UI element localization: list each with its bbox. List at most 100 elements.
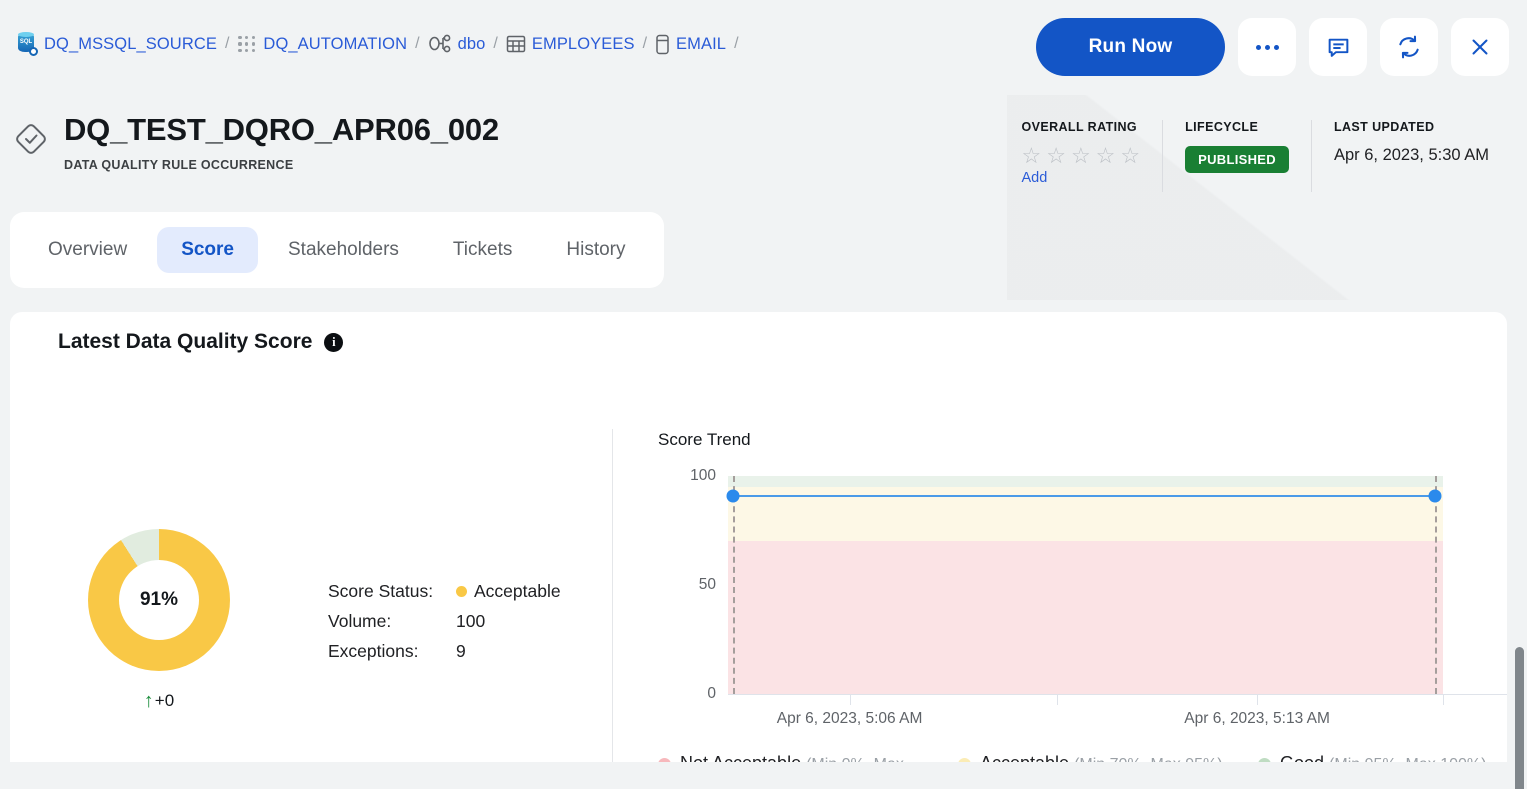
score-trend-chart: Score Trend 0 50 100 Apr 6, 2023, 5:06 AM Ap… bbox=[658, 430, 1507, 727]
y-axis-tick-label: 0 bbox=[707, 685, 716, 702]
meta-panel: OVERALL RATING ☆ ☆ ☆ ☆ ☆ Add LIFECYCLE P… bbox=[999, 120, 1511, 196]
title-block: DQ_TEST_DQRO_APR06_002 DATA QUALITY RULE… bbox=[14, 112, 499, 172]
band-not-acceptable bbox=[728, 541, 1443, 694]
detail-row-volume: Volume: 100 bbox=[328, 606, 561, 636]
last-updated-block: LAST UPDATED Apr 6, 2023, 5:30 AM bbox=[1310, 120, 1511, 192]
legend-item[interactable]: Good (Min 95%, Max 100%) bbox=[1258, 752, 1507, 762]
x-axis-tick-label: Apr 6, 2023, 5:06 AM bbox=[776, 710, 923, 727]
overall-rating-label: OVERALL RATING bbox=[1021, 120, 1138, 134]
x-axis-tick bbox=[1443, 695, 1444, 705]
lifecycle-label: LIFECYCLE bbox=[1185, 120, 1259, 134]
detail-value: Acceptable bbox=[456, 581, 561, 602]
data-point[interactable] bbox=[726, 489, 740, 503]
grid-dots-icon bbox=[237, 34, 257, 54]
x-axis-tick bbox=[1257, 695, 1259, 705]
tab-tickets[interactable]: Tickets bbox=[429, 227, 536, 273]
data-point[interactable] bbox=[1428, 489, 1442, 503]
detail-value-text: 100 bbox=[456, 610, 486, 631]
star-icon[interactable]: ☆ bbox=[1120, 145, 1140, 167]
tab-bar: Overview Score Stakeholders Tickets Hist… bbox=[10, 212, 664, 288]
close-button[interactable] bbox=[1451, 18, 1509, 76]
breadcrumb-label: DQ_AUTOMATION bbox=[263, 34, 408, 53]
detail-label: Score Status: bbox=[328, 580, 434, 601]
breadcrumb-separator: / bbox=[415, 35, 420, 52]
legend-range: (Min 95%, Max 100%) bbox=[1329, 756, 1486, 762]
star-icon[interactable]: ☆ bbox=[1071, 145, 1091, 167]
y-axis-tick-label: 100 bbox=[690, 467, 716, 484]
legend-label: Good (Min 95%, Max 100%) bbox=[1280, 752, 1486, 762]
y-axis-tick-label: 50 bbox=[698, 576, 716, 593]
score-donut-chart: 91% bbox=[88, 529, 230, 671]
legend-label: Acceptable (Min 70%, Max 95%) bbox=[980, 752, 1223, 762]
detail-value-text: Acceptable bbox=[474, 580, 561, 601]
data-point-marker-line bbox=[733, 476, 735, 694]
tab-history[interactable]: History bbox=[542, 227, 649, 273]
detail-row-exceptions: Exceptions: 9 bbox=[328, 636, 561, 666]
table-icon bbox=[506, 34, 526, 54]
arrow-up-icon: ↑ bbox=[143, 690, 154, 712]
rating-stars[interactable]: ☆ ☆ ☆ ☆ ☆ bbox=[1021, 145, 1140, 167]
page-title: DQ_TEST_DQRO_APR06_002 bbox=[64, 112, 499, 147]
breadcrumb-label: DQ_MSSQL_SOURCE bbox=[44, 34, 217, 53]
legend-color-dot bbox=[1258, 758, 1271, 762]
overall-rating-block: OVERALL RATING ☆ ☆ ☆ ☆ ☆ Add bbox=[999, 120, 1162, 192]
breadcrumb-separator: / bbox=[642, 35, 648, 52]
breadcrumb-label: dbo bbox=[457, 34, 486, 53]
comment-button[interactable] bbox=[1309, 18, 1367, 76]
breadcrumb-item-database[interactable]: DQ_AUTOMATION bbox=[237, 34, 407, 54]
star-icon[interactable]: ☆ bbox=[1096, 145, 1116, 167]
run-now-button[interactable]: Run Now bbox=[1036, 18, 1225, 76]
refresh-button[interactable] bbox=[1380, 18, 1438, 76]
score-card-body: 91% ↑ +0 Score Status: Acceptable Volume… bbox=[10, 354, 1507, 762]
breadcrumb-item-source[interactable]: SQL DQ_MSSQL_SOURCE bbox=[16, 32, 217, 56]
x-axis-tick bbox=[849, 695, 851, 705]
legend-color-dot bbox=[658, 758, 671, 762]
legend-range: (Min 0%, Max 70%) bbox=[680, 756, 904, 762]
star-icon[interactable]: ☆ bbox=[1046, 145, 1066, 167]
info-icon[interactable]: i bbox=[324, 332, 344, 352]
add-rating-link[interactable]: Add bbox=[1021, 170, 1140, 186]
tab-stakeholders[interactable]: Stakeholders bbox=[264, 227, 423, 273]
star-icon[interactable]: ☆ bbox=[1021, 145, 1041, 167]
breadcrumb-item-column[interactable]: EMAIL bbox=[655, 34, 726, 55]
more-options-button[interactable] bbox=[1238, 18, 1296, 76]
score-details: Score Status: Acceptable Volume: 100 Exc… bbox=[328, 576, 561, 666]
x-axis-line bbox=[728, 694, 1507, 695]
tab-overview[interactable]: Overview bbox=[24, 227, 151, 273]
chart-plot-area: 0 50 100 Apr 6, 2023, 5:06 AM Apr 6, 2023, 5… bbox=[658, 467, 1507, 727]
breadcrumb-separator: / bbox=[224, 35, 230, 52]
legend-color-dot bbox=[958, 758, 971, 762]
legend-item[interactable]: Acceptable (Min 70%, Max 95%) bbox=[958, 752, 1258, 762]
lifecycle-block: LIFECYCLE PUBLISHED bbox=[1162, 120, 1311, 192]
detail-label: Exceptions: bbox=[328, 640, 419, 661]
donut-center: 91% bbox=[119, 560, 199, 640]
scrollbar-thumb[interactable] bbox=[1515, 647, 1524, 789]
close-icon bbox=[1472, 39, 1488, 55]
score-trend-indicator: ↑ +0 bbox=[88, 691, 230, 711]
band-good bbox=[728, 476, 1443, 487]
refresh-icon bbox=[1399, 35, 1419, 59]
breadcrumb-label: EMPLOYEES bbox=[531, 34, 635, 53]
score-card: Latest Data Quality Score i 91% ↑ +0 Sco… bbox=[10, 312, 1507, 762]
breadcrumb-separator: / bbox=[734, 35, 739, 52]
breadcrumb-item-table[interactable]: EMPLOYEES bbox=[506, 34, 635, 54]
x-axis-tick-label: Apr 6, 2023, 5:13 AM bbox=[1184, 710, 1330, 727]
scrollbar-track[interactable] bbox=[1512, 312, 1527, 789]
score-card-header: Latest Data Quality Score i bbox=[10, 312, 1507, 354]
verified-diamond-icon bbox=[14, 122, 48, 161]
legend-range: (Min 70%, Max 95%) bbox=[1074, 756, 1223, 762]
x-axis-tick bbox=[1056, 695, 1058, 705]
tab-score[interactable]: Score bbox=[157, 227, 258, 273]
breadcrumb-item-schema[interactable]: dbo bbox=[428, 34, 486, 54]
trend-delta-value: +0 bbox=[154, 691, 175, 710]
page-root: SQL DQ_MSSQL_SOURCE / DQ_AUTOMATION / db… bbox=[0, 0, 1527, 789]
trend-line bbox=[733, 494, 1435, 498]
detail-row-score-status: Score Status: Acceptable bbox=[328, 576, 561, 606]
legend-item[interactable]: Not Acceptable (Min 0%, Max 70%) bbox=[658, 752, 958, 762]
breadcrumb-label: EMAIL bbox=[676, 34, 727, 53]
top-bar: SQL DQ_MSSQL_SOURCE / DQ_AUTOMATION / db… bbox=[0, 0, 1527, 95]
legend-label: Not Acceptable (Min 0%, Max 70%) bbox=[680, 752, 930, 762]
donut-chart-block: 91% ↑ +0 bbox=[88, 529, 230, 711]
status-badge: PUBLISHED bbox=[1185, 146, 1289, 173]
column-icon bbox=[655, 34, 670, 55]
